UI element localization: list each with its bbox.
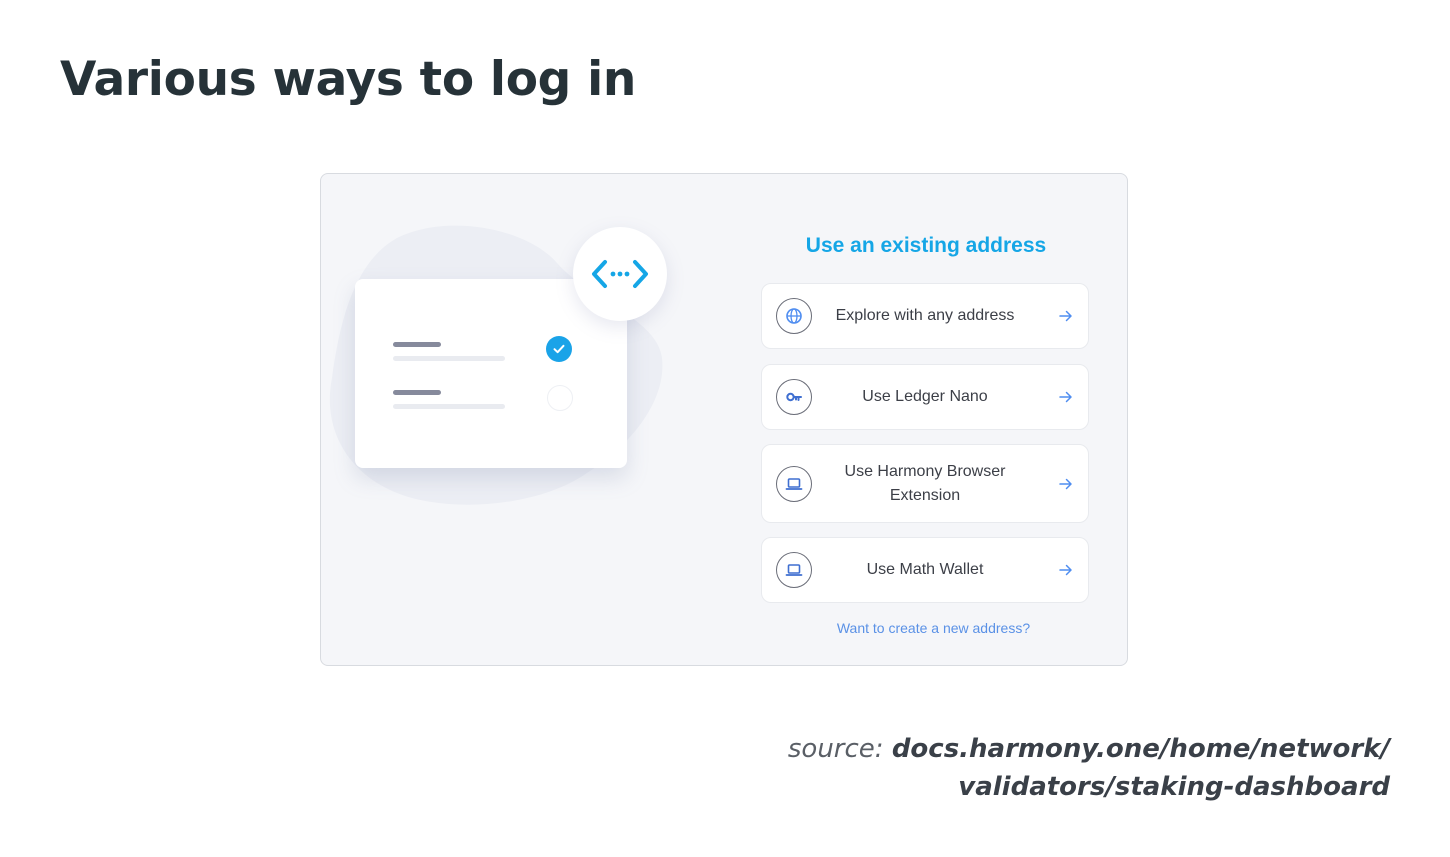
panel-heading: Use an existing address xyxy=(805,234,1047,257)
login-screenshot: Use an existing address Explore with any… xyxy=(320,173,1128,666)
laptop-icon xyxy=(776,552,812,588)
ledger-nano-button[interactable]: Use Ledger Nano xyxy=(761,364,1089,430)
globe-icon xyxy=(776,298,812,334)
key-icon xyxy=(776,379,812,415)
harmony-code-arrows-icon xyxy=(573,227,667,321)
source-url-line1[interactable]: docs.harmony.one/home/network/ xyxy=(892,734,1390,764)
option-label: Explore with any address xyxy=(835,307,1015,324)
source-citation: source: docs.harmony.one/home/network/ v… xyxy=(788,730,1390,806)
checkmark-icon xyxy=(546,336,572,362)
option-label: Use Ledger Nano xyxy=(862,388,988,405)
arrow-right-icon xyxy=(1059,310,1072,322)
unchecked-circle-icon xyxy=(547,385,573,411)
card-line xyxy=(393,342,441,347)
explore-address-button[interactable]: Explore with any address xyxy=(761,283,1089,349)
math-wallet-button[interactable]: Use Math Wallet xyxy=(761,537,1089,603)
arrow-right-icon xyxy=(1059,564,1072,576)
create-address-link[interactable]: Want to create a new address? xyxy=(761,620,1106,636)
option-label: Use Harmony Browser Extension xyxy=(844,462,1006,504)
slide-title: Various ways to log in xyxy=(60,52,637,107)
option-label: Use Math Wallet xyxy=(866,561,984,578)
arrow-right-icon xyxy=(1059,478,1072,489)
harmony-extension-button[interactable]: Use Harmony Browser Extension xyxy=(761,444,1089,523)
card-line xyxy=(393,356,505,361)
source-url-line2[interactable]: validators/staking-dashboard xyxy=(958,772,1390,802)
laptop-icon xyxy=(776,465,812,502)
card-line xyxy=(393,404,505,409)
arrow-right-icon xyxy=(1059,391,1072,403)
source-prefix: source: xyxy=(787,734,892,764)
card-line xyxy=(393,390,441,395)
